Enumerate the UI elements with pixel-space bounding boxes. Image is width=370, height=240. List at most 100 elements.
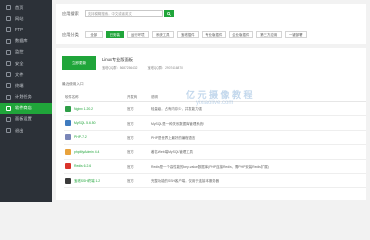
sidebar-item-11[interactable]: 退出 (0, 125, 52, 136)
category-tab-2[interactable]: 运行环境 (126, 31, 149, 38)
software-table-body: Nginx 1.20.2 官方 轻量级，占有内存少，并发能力强 MySQL 5.6.5… (64, 101, 366, 189)
search-icon (166, 11, 171, 16)
sidebar-item-4[interactable]: 监控 (0, 47, 52, 58)
software-name-cell: PHP-7.2 (64, 130, 126, 146)
software-name-wrap: Nginx 1.20.2 (65, 105, 125, 112)
qq-group-2: 宝塔QQ群：2907416870 (147, 65, 183, 70)
software-logo-icon (65, 148, 71, 155)
search-input[interactable]: 支持模糊搜索，中文或者英文 (84, 10, 163, 17)
sidebar-item-label: 监控 (15, 49, 24, 55)
description-cell: 轻量级，占有内存少，并发能力强 (150, 101, 366, 117)
sidebar: 首页网站 FTP 数据库监控安全文件终端计划任务软件商店面板设置退出 (0, 0, 52, 202)
table-row: phpMyAdmin 4.4 官方 著名Web端MySQL管理工具 (64, 144, 366, 160)
table-row: PHP-7.2 官方 PHP是世界上最好的编程语言 (64, 130, 366, 146)
sidebar-item-label: 数据库 (15, 38, 28, 44)
terminal-icon (6, 83, 11, 89)
vendor-cell: 官方 (126, 173, 150, 189)
category-tab-7[interactable]: 第三方应用 (255, 31, 282, 38)
software-logo-icon (65, 120, 71, 127)
search-label: 应用搜索 (62, 10, 79, 16)
vendor-cell: 官方 (126, 159, 150, 174)
table-row: 宝塔SSH终端 1.2 官方 完整功能的SSH客户端，仅用于连接本服务器 (64, 173, 366, 189)
shield-icon (6, 61, 11, 67)
description-cell: 完整功能的SSH客户端，仅用于连接本服务器 (150, 173, 366, 189)
search-button[interactable] (163, 10, 174, 17)
sidebar-item-label: 网站 (15, 15, 24, 21)
sidebar-item-1[interactable]: 网站 (0, 13, 52, 24)
update-now-button[interactable]: 立即更新 (62, 56, 96, 70)
software-logo-icon (65, 177, 71, 184)
category-tab-5[interactable]: 专业版插件 (201, 31, 226, 38)
table-row: Redis 6.2.6 官方 Redis是一个高性能的key-value数据库(PH… (64, 159, 366, 174)
description-cell: 著名Web端MySQL管理工具 (150, 144, 366, 160)
vendor-cell: 官方 (126, 130, 150, 146)
category-label: 应用分类 (62, 31, 79, 37)
description-cell: MySQL是一种关系数据库管理系统! (150, 115, 366, 131)
sidebar-item-9[interactable]: 软件商店 (0, 102, 52, 114)
sidebar-item-2[interactable]: FTP (0, 24, 52, 35)
category-tab-6[interactable]: 企业版插件 (228, 31, 253, 38)
sidebar-nav: 首页网站 FTP 数据库监控安全文件终端计划任务软件商店面板设置退出 (0, 2, 52, 136)
category-tab-8[interactable]: 一键部署 (284, 31, 307, 38)
category-tab-4[interactable]: 宝塔插件 (176, 31, 199, 38)
software-name-wrap: Redis 6.2.6 (65, 163, 125, 170)
software-name-wrap: PHP-7.2 (65, 134, 125, 141)
home-icon (6, 5, 11, 11)
software-logo-icon (65, 105, 71, 112)
globe-icon (6, 16, 11, 22)
sidebar-item-label: 软件商店 (15, 105, 32, 111)
software-name-wrap: phpMyAdmin 4.4 (65, 148, 125, 155)
logout-icon (6, 128, 11, 134)
header-name: 软件名称 (64, 92, 126, 102)
software-table: 软件名称 开发商 说明 Nginx 1.20.2 官方 轻量级，占有内存少，并发能力… (64, 92, 366, 189)
software-name-link[interactable]: MySQL 5.6.50 (74, 121, 96, 125)
category-tab-3[interactable]: 系统工具 (151, 31, 174, 38)
panel-title: Linux专业版面板 (102, 56, 133, 62)
software-name-link[interactable]: Nginx 1.20.2 (74, 107, 93, 111)
description-cell: PHP是世界上最好的编程语言 (150, 130, 366, 146)
sidebar-item-label: 计划任务 (15, 94, 32, 100)
folder-icon (6, 72, 11, 78)
ftp-icon (6, 27, 11, 33)
software-name-link[interactable]: 宝塔SSH终端 1.2 (74, 178, 100, 183)
sidebar-item-3[interactable]: 数据库 (0, 36, 52, 47)
description-cell: Redis是一个高性能的key-value数据库(PHP连接Redis，需PHP… (150, 159, 366, 174)
software-name-link[interactable]: Redis 6.2.6 (74, 164, 91, 168)
software-name-cell: Redis 6.2.6 (64, 159, 126, 174)
software-logo-icon (65, 134, 71, 141)
sidebar-item-label: 文件 (15, 71, 24, 77)
sidebar-item-6[interactable]: 文件 (0, 69, 52, 80)
sidebar-item-label: 首页 (15, 4, 24, 10)
gear-icon (6, 116, 11, 122)
category-tab-0[interactable]: 全部 (84, 31, 103, 38)
software-name-link[interactable]: phpMyAdmin 4.4 (74, 150, 99, 154)
recent-label: 最近使用入口 (62, 82, 84, 86)
software-name-cell: 宝塔SSH终端 1.2 (64, 173, 126, 189)
category-tab-1[interactable]: 已安装 (105, 31, 124, 38)
sidebar-item-10[interactable]: 面板设置 (0, 114, 52, 125)
sidebar-item-5[interactable]: 安全 (0, 58, 52, 69)
sidebar-item-label: 退出 (15, 127, 24, 133)
header-desc: 说明 (150, 92, 366, 102)
qq-group-1: 宝塔QQ群：5687256432 (102, 65, 138, 70)
vendor-cell: 官方 (126, 144, 150, 160)
software-name-cell: phpMyAdmin 4.4 (64, 144, 126, 160)
sidebar-item-label: FTP (15, 27, 23, 33)
sidebar-item-8[interactable]: 计划任务 (0, 92, 52, 103)
sidebar-item-7[interactable]: 终端 (0, 80, 52, 91)
app-filter-card: 应用搜索 支持模糊搜索，中文或者英文 应用分类 全部 已安装 运行环境 系统工具 宝塔插… (56, 4, 366, 44)
software-logo-icon (65, 163, 71, 170)
sidebar-item-0[interactable]: 首页 (0, 2, 52, 13)
table-row: MySQL 5.6.50 官方 MySQL是一种关系数据库管理系统! (64, 115, 366, 131)
software-name-cell: Nginx 1.20.2 (64, 101, 126, 117)
watermark-url: yixiaolive.com (196, 100, 234, 106)
header-vendor: 开发商 (126, 92, 150, 102)
sidebar-item-label: 安全 (15, 60, 24, 66)
clock-icon (6, 94, 11, 100)
software-name-wrap: 宝塔SSH终端 1.2 (65, 177, 125, 184)
category-tabs: 全部 已安装 运行环境 系统工具 宝塔插件 专业版插件 企业版插件 第三方应用 一键部署 (84, 31, 310, 38)
software-name-link[interactable]: PHP-7.2 (74, 135, 87, 139)
sidebar-item-label: 面板设置 (15, 116, 32, 122)
vendor-cell: 官方 (126, 115, 150, 131)
software-name-cell: MySQL 5.6.50 (64, 115, 126, 131)
